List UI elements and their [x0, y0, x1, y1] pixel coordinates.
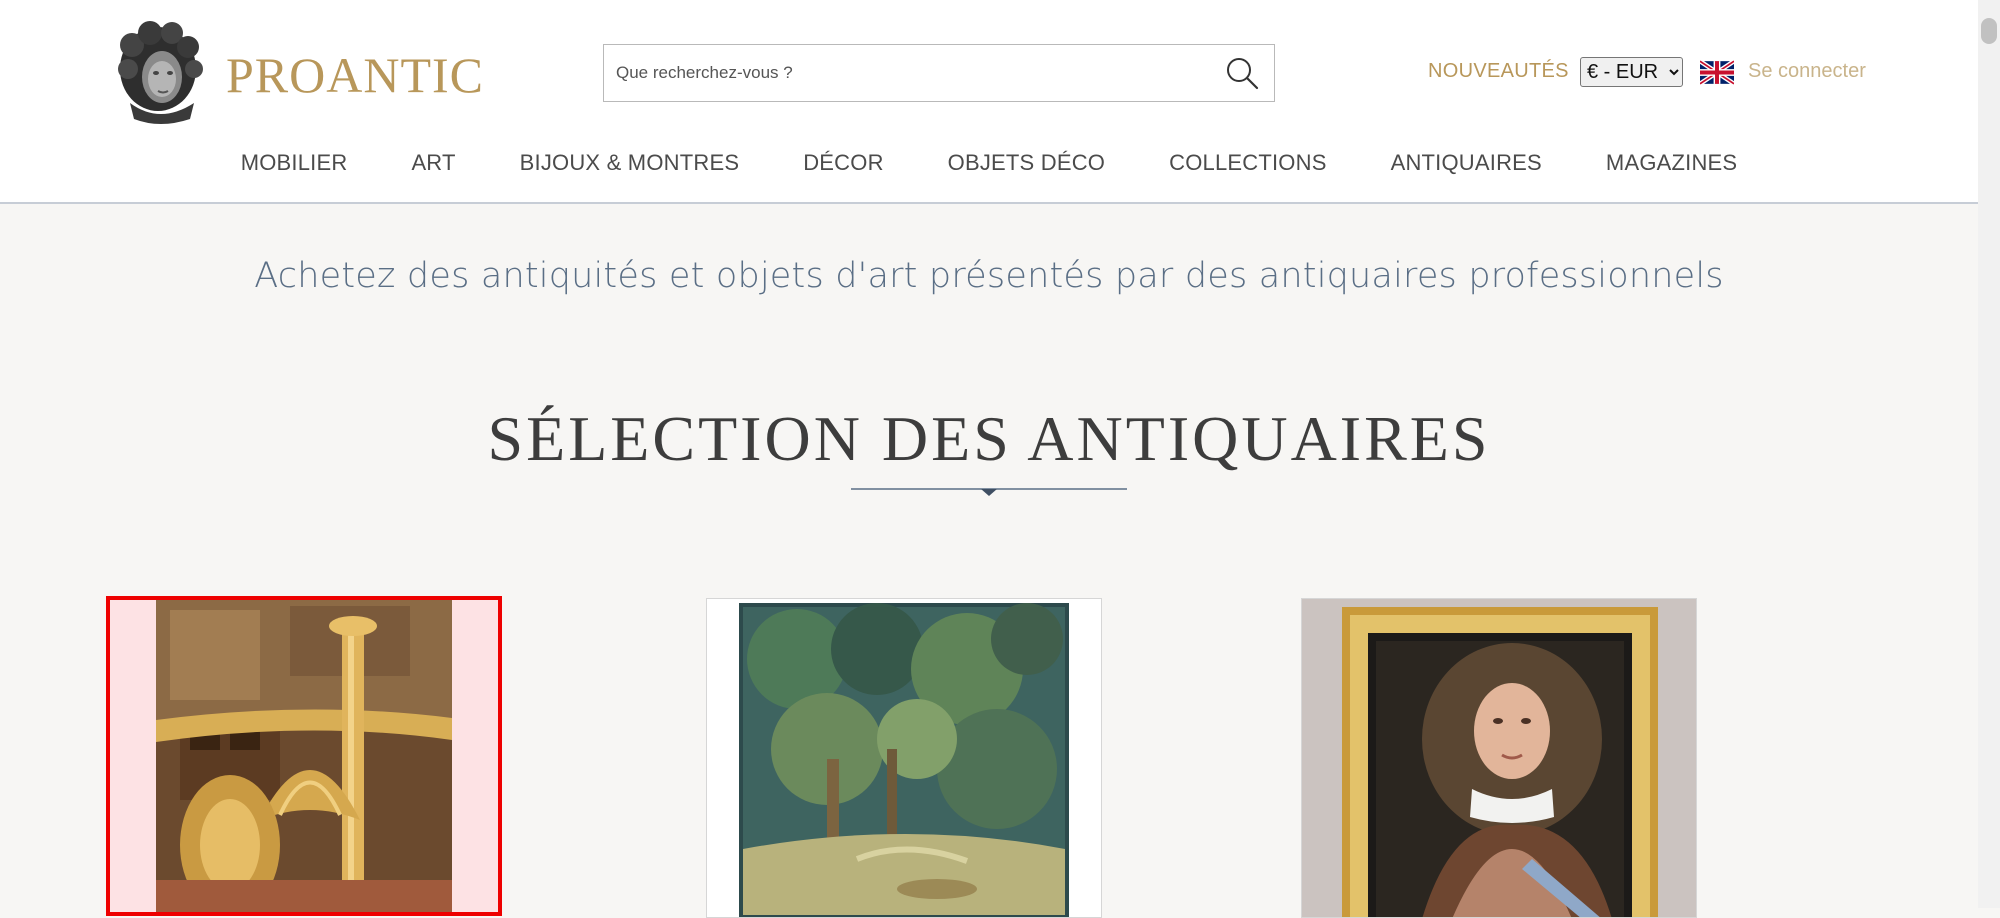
- nav-item-antiquaires[interactable]: ANTIQUAIRES: [1391, 150, 1542, 180]
- product-card-candlestick[interactable]: [106, 596, 502, 916]
- login-link[interactable]: Se connecter: [1748, 60, 1866, 83]
- logo-wordmark[interactable]: PROANTIC: [226, 46, 484, 104]
- product-card-portrait[interactable]: [1301, 598, 1697, 918]
- nav-item-art[interactable]: ART: [411, 150, 455, 180]
- royal-portrait-painting-image: [1302, 599, 1696, 917]
- section-title: SÉLECTION DES ANTIQUAIRES: [487, 403, 1491, 474]
- verdure-tapestry-image: [707, 599, 1101, 917]
- uk-flag-icon[interactable]: [1700, 60, 1734, 85]
- nav-item-objets-deco[interactable]: OBJETS DÉCO: [948, 150, 1105, 180]
- title-divider: [851, 488, 1127, 496]
- scrollbar-thumb[interactable]: [1981, 18, 1997, 44]
- nav-item-collections[interactable]: COLLECTIONS: [1169, 150, 1326, 180]
- nav-item-bijoux-montres[interactable]: BIJOUX & MONTRES: [520, 150, 740, 180]
- search-bar: [603, 44, 1275, 102]
- nouveautes-link[interactable]: NOUVEAUTÉS: [1428, 60, 1569, 83]
- currency-select[interactable]: € - EUR: [1580, 57, 1683, 87]
- nav-item-decor[interactable]: DÉCOR: [803, 150, 883, 180]
- proantic-logo[interactable]: PROANTIC: [110, 18, 483, 126]
- main-nav: MOBILIER ART BIJOUX & MONTRES DÉCOR OBJE…: [0, 150, 1978, 180]
- site-header: PROANTIC NOUVEAUTÉS € - EUR Se connecter…: [0, 0, 1978, 204]
- gilt-bronze-candlestick-image: [156, 600, 452, 912]
- product-card-tapestry[interactable]: [706, 598, 1102, 918]
- search-input[interactable]: [604, 45, 1204, 101]
- page-scrollbar[interactable]: [1978, 0, 2000, 908]
- search-icon[interactable]: [1224, 55, 1260, 91]
- page-tagline: Achetez des antiquités et objets d'art p…: [254, 256, 1724, 296]
- nav-item-mobilier[interactable]: MOBILIER: [241, 150, 348, 180]
- nav-item-magazines[interactable]: MAGAZINES: [1606, 150, 1737, 180]
- bust-logo-icon: [118, 21, 203, 124]
